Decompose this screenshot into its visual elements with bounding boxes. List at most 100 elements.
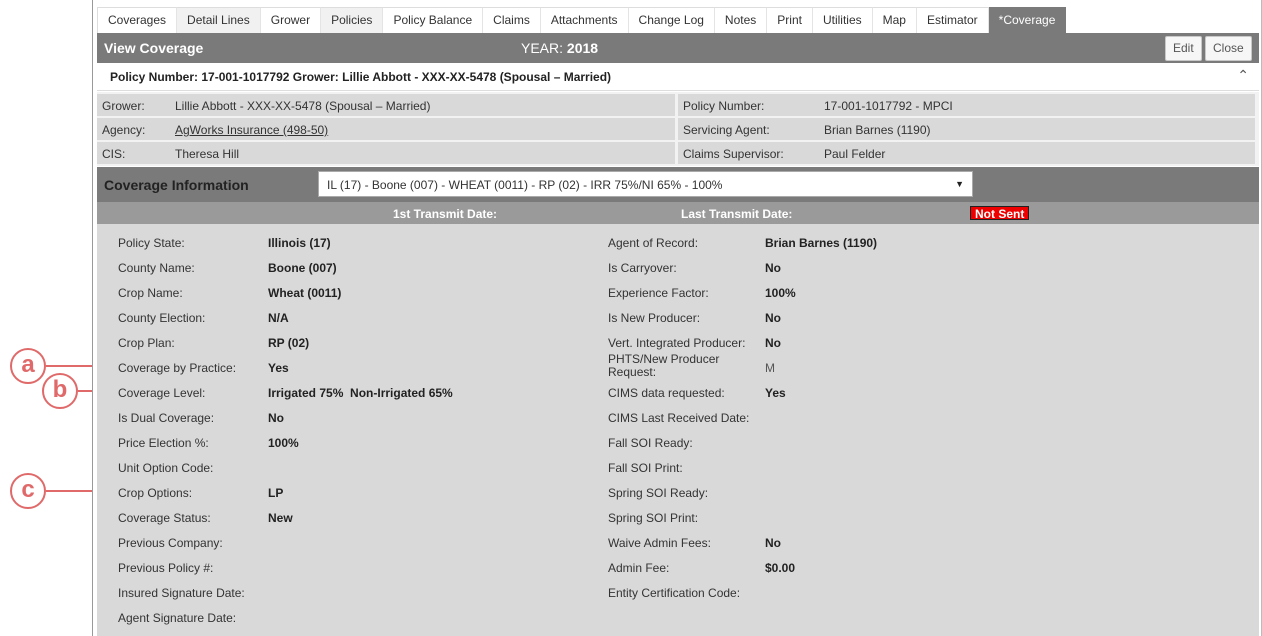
transmit-bar: 1st Transmit Date: Last Transmit Date: N… [97, 202, 1259, 224]
field-value: 100% [268, 436, 299, 450]
field-label: Spring SOI Ready: [608, 486, 709, 500]
field-value: No [765, 311, 781, 325]
cis-cell: CIS: Theresa Hill [97, 142, 675, 164]
field-label: Is New Producer: [608, 311, 701, 325]
coverage-information-title: Coverage Information [104, 177, 249, 193]
field-value: M [765, 361, 775, 375]
tab-attachments[interactable]: Attachments [540, 7, 629, 33]
tab-claims[interactable]: Claims [483, 7, 541, 33]
field-label: Coverage Status: [118, 511, 211, 525]
agency-link[interactable]: AgWorks Insurance (498-50) [175, 123, 328, 137]
field-value: Wheat (0011) [268, 286, 342, 300]
tab-print[interactable]: Print [767, 7, 813, 33]
last-transmit-label: Last Transmit Date: [681, 207, 793, 221]
not-sent-badge: Not Sent [970, 206, 1030, 221]
field-label: Coverage by Practice: [118, 361, 237, 375]
field-label: Agent Signature Date: [118, 611, 237, 625]
tab-bar: Coverages Detail Lines Grower Policies P… [97, 7, 1067, 33]
tab-policy-balance[interactable]: Policy Balance [383, 7, 484, 33]
field-value: Yes [765, 386, 786, 400]
field-label: Spring SOI Print: [608, 511, 699, 525]
tab-detail-lines[interactable]: Detail Lines [177, 7, 261, 33]
servicing-agent-label: Servicing Agent: [683, 123, 770, 137]
close-button[interactable]: Close [1205, 36, 1252, 61]
grower-cell: Grower: Lillie Abbott - XXX-XX-5478 (Spo… [97, 94, 675, 116]
chevron-up-icon[interactable]: ⌃ [1237, 67, 1249, 84]
claims-supervisor-cell: Claims Supervisor: Paul Felder [678, 142, 1255, 164]
field-value: Illinois (17) [268, 236, 331, 250]
callout-b-bubble: b [42, 373, 78, 409]
cis-label: CIS: [102, 147, 126, 161]
field-label: Fall SOI Ready: [608, 436, 693, 450]
cis-value: Theresa Hill [175, 147, 240, 161]
year-display: YEAR: 2018 [521, 40, 598, 56]
coverage-window: Coverages Detail Lines Grower Policies P… [92, 0, 1262, 636]
field-value: No [765, 336, 781, 350]
dropdown-arrow-icon: ▼ [955, 179, 964, 189]
tab-coverages[interactable]: Coverages [97, 7, 178, 33]
policy-number-value: 17-001-1017792 - MPCI [824, 99, 953, 113]
field-label: Vert. Integrated Producer: [608, 336, 746, 350]
policy-summary-bar[interactable]: Policy Number: 17-001-1017792 Grower: Li… [97, 63, 1259, 91]
field-label: County Election: [118, 311, 206, 325]
tab-coverage-active[interactable]: *Coverage [988, 7, 1067, 33]
field-value: N/A [268, 311, 289, 325]
tab-grower[interactable]: Grower [260, 7, 322, 33]
coverage-select-value: IL (17) - Boone (007) - WHEAT (0011) - R… [327, 178, 723, 192]
callout-c-bubble: c [10, 473, 46, 509]
field-label: PHTS/New Producer Request: [608, 352, 720, 379]
field-label: Previous Company: [118, 536, 223, 550]
field-value: 100% [765, 286, 796, 300]
field-label: Fall SOI Print: [608, 461, 683, 475]
field-label: Crop Options: [118, 486, 193, 500]
field-label: Unit Option Code: [118, 461, 214, 475]
tab-map[interactable]: Map [872, 7, 917, 33]
field-label: Is Carryover: [608, 261, 677, 275]
field-label: Entity Certification Code: [608, 586, 741, 600]
servicing-agent-cell: Servicing Agent: Brian Barnes (1190) [678, 118, 1255, 140]
coverage-details: Policy State: Illinois (17) County Name: B… [97, 224, 1259, 636]
page-title: View Coverage [104, 40, 204, 56]
view-coverage-header: View Coverage YEAR: 2018 Edit Close [97, 33, 1259, 63]
field-label: Is Dual Coverage: [118, 411, 215, 425]
agency-cell: Agency: AgWorks Insurance (498-50) [97, 118, 675, 140]
servicing-agent-value: Brian Barnes (1190) [824, 123, 931, 137]
field-value: No [268, 411, 284, 425]
field-label: Agent of Record: [608, 236, 699, 250]
tab-policies[interactable]: Policies [321, 7, 384, 33]
year-value: 2018 [566, 40, 599, 56]
grower-label: Grower: [102, 99, 145, 113]
field-value: Irrigated 75% Non-Irrigated 65% [268, 386, 453, 400]
coverage-select[interactable]: IL (17) - Boone (007) - WHEAT (0011) - R… [318, 171, 973, 197]
field-label: Price Election %: [118, 436, 209, 450]
field-label: Policy State: [118, 236, 185, 250]
policy-info-grid: Grower: Lillie Abbott - XXX-XX-5478 (Spo… [97, 92, 1259, 166]
field-label: Admin Fee: [608, 561, 670, 575]
field-label: County Name: [118, 261, 195, 275]
tab-utilities[interactable]: Utilities [812, 7, 873, 33]
policy-number-label: Policy Number: [683, 99, 765, 113]
tab-estimator[interactable]: Estimator [916, 7, 989, 33]
first-transmit-label: 1st Transmit Date: [393, 207, 498, 221]
policy-number-cell: Policy Number: 17-001-1017792 - MPCI [678, 94, 1255, 116]
policy-summary-text: Policy Number: 17-001-1017792 Grower: Li… [110, 70, 612, 84]
field-value: LP [268, 486, 284, 500]
field-value: $0.00 [765, 561, 796, 575]
claims-supervisor-label: Claims Supervisor: [683, 147, 784, 161]
field-value: Brian Barnes (1190) [765, 236, 878, 250]
field-label: Experience Factor: [608, 286, 709, 300]
field-label: Crop Name: [118, 286, 183, 300]
field-label: Waive Admin Fees: [608, 536, 711, 550]
field-label: Previous Policy #: [118, 561, 214, 575]
edit-button[interactable]: Edit [1165, 36, 1202, 61]
tab-notes[interactable]: Notes [714, 7, 768, 33]
claims-supervisor-value: Paul Felder [824, 147, 886, 161]
field-value: Boone (007) [268, 261, 337, 275]
field-value: No [765, 536, 781, 550]
tab-change-log[interactable]: Change Log [628, 7, 715, 33]
agency-label: Agency: [102, 123, 146, 137]
field-label: Crop Plan: [118, 336, 175, 350]
field-value: No [765, 261, 781, 275]
field-label: Insured Signature Date: [118, 586, 245, 600]
field-value: Yes [268, 361, 289, 375]
